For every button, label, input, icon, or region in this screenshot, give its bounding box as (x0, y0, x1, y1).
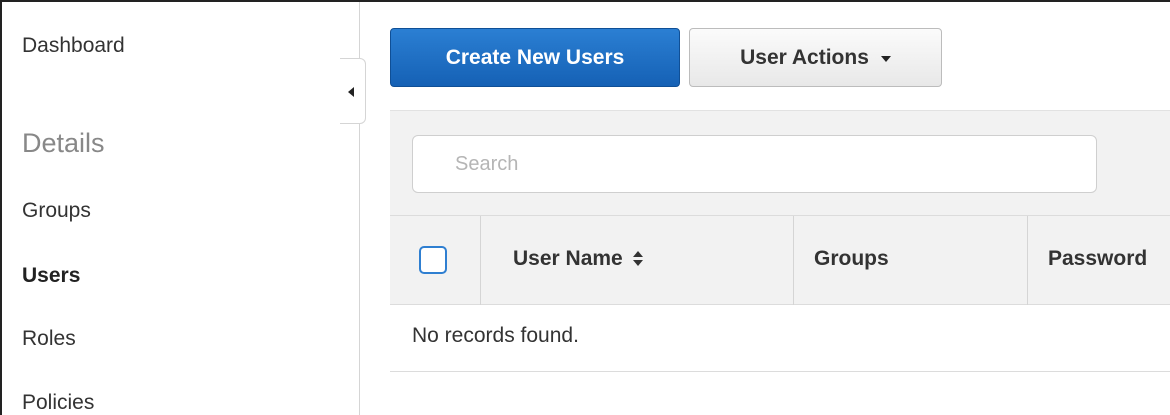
select-all-checkbox[interactable] (419, 246, 447, 274)
sidebar-item-groups[interactable]: Groups (22, 199, 91, 223)
column-header-groups[interactable]: Groups (814, 247, 889, 271)
empty-state-message: No records found. (412, 324, 579, 347)
create-new-users-button[interactable]: Create New Users (390, 28, 680, 87)
sidebar: Dashboard Details Groups Users Roles Pol… (2, 2, 360, 415)
column-divider (793, 216, 794, 306)
sort-icon (632, 251, 643, 267)
user-actions-dropdown[interactable]: User Actions (689, 28, 942, 87)
empty-state-row: No records found. (390, 305, 1170, 372)
sidebar-heading-details: Details (22, 128, 105, 158)
sidebar-item-dashboard[interactable]: Dashboard (22, 34, 125, 58)
table-header: User Name Groups Password (390, 215, 1170, 306)
column-divider (480, 216, 481, 306)
sidebar-collapse-toggle[interactable] (340, 58, 366, 124)
sidebar-item-users[interactable]: Users (22, 264, 80, 288)
caret-down-icon (880, 55, 891, 62)
users-table-panel: User Name Groups Password No records fou… (390, 110, 1170, 372)
user-actions-label: User Actions (740, 45, 869, 69)
column-header-password[interactable]: Password (1048, 247, 1147, 271)
search-area (390, 110, 1170, 215)
search-input[interactable] (412, 135, 1097, 193)
column-header-user-name-label: User Name (513, 247, 623, 270)
column-header-user-name[interactable]: User Name (513, 247, 643, 271)
sidebar-item-roles[interactable]: Roles (22, 327, 76, 351)
caret-left-icon (348, 87, 354, 97)
sidebar-item-policies[interactable]: Policies (22, 391, 94, 415)
column-divider (1027, 216, 1028, 306)
